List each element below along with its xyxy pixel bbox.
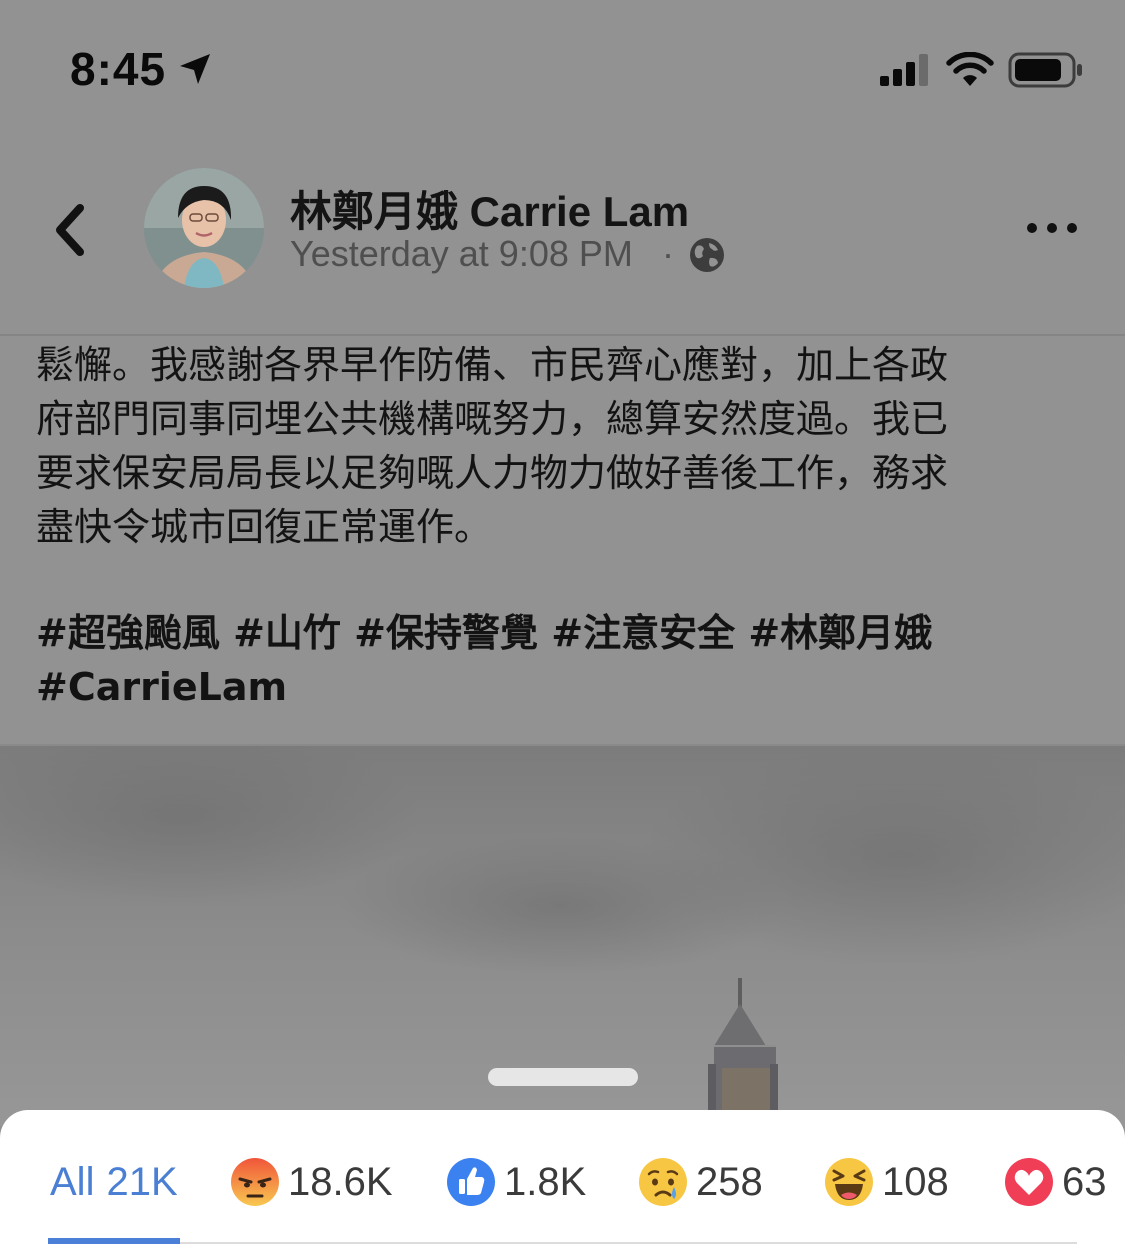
reaction-count: 258 xyxy=(696,1159,763,1204)
hashtag-link[interactable]: #CarrieLam xyxy=(36,665,287,709)
hashtag-link[interactable]: #保持警覺 xyxy=(354,611,538,655)
hashtag-link[interactable]: #山竹 xyxy=(233,611,341,655)
tabs-divider xyxy=(180,1242,1077,1244)
post-body-line: 要求保安局局長以足夠嘅人力物力做好善後工作，務求 xyxy=(36,451,949,495)
reaction-count: 63 xyxy=(1062,1159,1107,1204)
reaction-tab-sad[interactable]: 258 xyxy=(638,1154,763,1210)
post-body-line: 盡快令城市回復正常運作。 xyxy=(36,505,493,549)
hashtag-link[interactable]: #注意安全 xyxy=(551,611,735,655)
author-avatar[interactable] xyxy=(144,168,264,288)
love-icon xyxy=(1005,1158,1053,1206)
cellular-signal-icon xyxy=(880,54,928,86)
reaction-tab-love[interactable]: 63 xyxy=(1004,1154,1107,1210)
post-header: 林鄭月娥 Carrie Lam Yesterday at 9:08 PM · xyxy=(0,140,1125,335)
like-icon xyxy=(447,1158,495,1206)
active-tab-indicator xyxy=(48,1238,180,1244)
reaction-tab-like[interactable]: 1.8K xyxy=(446,1154,586,1210)
reaction-count: 18.6K xyxy=(288,1159,393,1204)
location-arrow-icon xyxy=(180,54,210,84)
timestamp-separator: · xyxy=(662,233,674,274)
avatar-portrait xyxy=(144,168,264,288)
reaction-tab-angry[interactable]: 18.6K xyxy=(230,1154,393,1210)
post-body-line: 鬆懈。我感謝各界早作防備、市民齊心應對，加上各政 xyxy=(36,343,949,387)
hashtag-link[interactable]: #超強颱風 xyxy=(36,611,220,655)
battery-icon xyxy=(1008,52,1082,88)
post-timestamp[interactable]: Yesterday at 9:08 PM xyxy=(290,233,633,275)
author-name[interactable]: 林鄭月娥 Carrie Lam xyxy=(290,178,689,239)
status-time: 8:45 xyxy=(70,43,167,95)
angry-emoji-icon xyxy=(231,1158,279,1206)
reaction-tab-all-count: 21K xyxy=(106,1159,178,1204)
haha-emoji-icon xyxy=(825,1158,873,1206)
reactions-sheet: All 21K 18.6K 1.8K 258 108 63 xyxy=(0,1110,1125,1247)
reaction-count: 1.8K xyxy=(504,1159,587,1204)
post-body-line: 府部門同事同埋公共機構嘅努力，總算安然度過。我已 xyxy=(36,397,949,441)
reaction-count: 108 xyxy=(882,1159,949,1204)
status-bar: 8:45 xyxy=(0,0,1125,130)
wifi-icon xyxy=(946,52,994,86)
post-hashtags: #超強颱風 #山竹 #保持警覺 #注意安全 #林鄭月娥 #CarrieLam xyxy=(36,606,1096,714)
post-body: 鬆懈。我感謝各界早作防備、市民齊心應對，加上各政 府部門同事同埋公共機構嘅努力，… xyxy=(36,338,1096,554)
reaction-tab-haha[interactable]: 108 xyxy=(824,1154,949,1210)
reaction-tab-all[interactable]: All 21K xyxy=(50,1154,178,1210)
back-chevron-icon[interactable] xyxy=(46,200,98,260)
hashtag-link[interactable]: #林鄭月娥 xyxy=(748,611,932,655)
header-divider xyxy=(0,334,1125,336)
home-indicator[interactable] xyxy=(488,1068,638,1086)
globe-icon xyxy=(690,238,724,272)
sad-emoji-icon xyxy=(639,1158,687,1206)
reaction-tab-all-label: All xyxy=(50,1159,95,1204)
more-options-icon[interactable] xyxy=(1024,220,1080,236)
